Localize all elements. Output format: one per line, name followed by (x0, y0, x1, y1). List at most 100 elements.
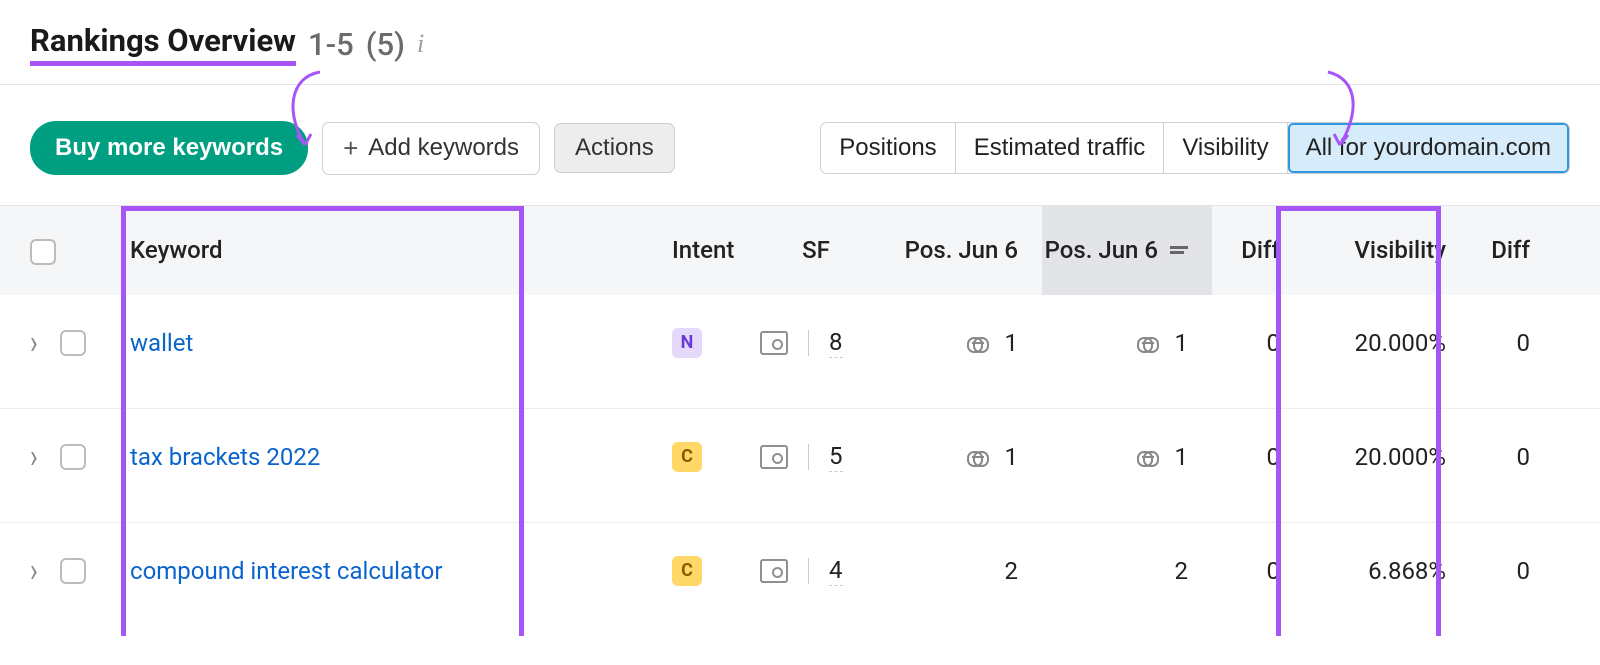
buy-keywords-label: Buy more keywords (55, 134, 283, 162)
view-tabs: Positions Estimated traffic Visibility A… (820, 122, 1570, 174)
visibility-cell: 20.000% (1300, 408, 1468, 522)
keyword-link[interactable]: wallet (130, 329, 193, 357)
keyword-cell: compound interest calculator (130, 522, 672, 636)
plus-icon: + (343, 133, 358, 164)
toolbar: Buy more keywords + Add keywords Actions… (0, 85, 1600, 205)
intent-cell: C (672, 408, 760, 522)
sf-cell: 4 (760, 522, 872, 636)
sf-count[interactable]: 5 (829, 442, 843, 472)
header-diff2[interactable]: Diff (1468, 206, 1600, 295)
header-intent[interactable]: Intent (672, 206, 760, 295)
diff2-cell: 0 (1468, 522, 1600, 636)
header-select (0, 206, 130, 295)
diff-value: 0 (1267, 557, 1281, 585)
diff2-value: 0 (1517, 557, 1531, 585)
rankings-table: Keyword Intent SF Pos. Jun 6 Pos. Jun 6 … (0, 206, 1600, 636)
serp-features-icon[interactable] (760, 445, 788, 469)
table-body: › wallet N 8 1 1 0 20.000% 0 › tax brackets 2… (0, 295, 1600, 636)
visibility-cell: 20.000% (1300, 295, 1468, 409)
keyword-cell: wallet (130, 295, 672, 409)
visibility-value: 20.000% (1355, 329, 1446, 357)
pos1-cell: 2 (872, 522, 1042, 636)
link-icon (967, 337, 989, 351)
expand-icon[interactable]: › (30, 437, 38, 476)
divider (808, 444, 809, 470)
tab-traffic[interactable]: Estimated traffic (956, 123, 1165, 173)
pos2-cell: 2 (1042, 522, 1212, 636)
row-select-cell: › (0, 522, 130, 636)
diff2-cell: 0 (1468, 295, 1600, 409)
pos2-value: 1 (1175, 443, 1189, 471)
header-keyword[interactable]: Keyword (130, 206, 672, 295)
link-icon (1137, 451, 1159, 465)
visibility-value: 6.868% (1368, 557, 1446, 585)
sort-icon (1170, 244, 1188, 256)
header-diff[interactable]: Diff (1212, 206, 1300, 295)
page-title: Rankings Overview (30, 22, 296, 66)
actions-label: Actions (575, 134, 654, 162)
intent-cell: N (672, 295, 760, 409)
rankings-table-wrap: Keyword Intent SF Pos. Jun 6 Pos. Jun 6 … (0, 205, 1600, 636)
pos1-cell: 1 (872, 408, 1042, 522)
row-checkbox[interactable] (60, 444, 86, 470)
sf-count[interactable]: 4 (829, 556, 843, 586)
pos2-cell: 1 (1042, 295, 1212, 409)
keyword-cell: tax brackets 2022 (130, 408, 672, 522)
tab-visibility[interactable]: Visibility (1164, 123, 1287, 173)
diff-value: 0 (1267, 443, 1281, 471)
tab-positions[interactable]: Positions (821, 123, 955, 173)
row-checkbox[interactable] (60, 558, 86, 584)
pos2-cell: 1 (1042, 408, 1212, 522)
pos2-value: 1 (1175, 329, 1189, 357)
serp-features-icon[interactable] (760, 559, 788, 583)
link-icon (1137, 337, 1159, 351)
header-sf[interactable]: SF (760, 206, 872, 295)
divider (808, 558, 809, 584)
actions-button[interactable]: Actions (554, 123, 675, 173)
title-wrap: Rankings Overview 1-5 (5) i (30, 22, 1570, 66)
row-select-cell: › (0, 295, 130, 409)
table-row: › tax brackets 2022 C 5 1 1 0 20.000% 0 (0, 408, 1600, 522)
sf-count[interactable]: 8 (829, 328, 843, 358)
pos1-value: 1 (1005, 329, 1019, 357)
keyword-link[interactable]: compound interest calculator (130, 557, 443, 585)
diff-cell: 0 (1212, 522, 1300, 636)
add-keywords-button[interactable]: + Add keywords (322, 122, 540, 175)
diff2-value: 0 (1517, 329, 1531, 357)
add-keywords-label: Add keywords (368, 134, 519, 162)
header-pos2[interactable]: Pos. Jun 6 (1042, 206, 1212, 295)
diff-cell: 0 (1212, 408, 1300, 522)
table-row: › compound interest calculator C 4 2 2 0 6.8… (0, 522, 1600, 636)
keyword-link[interactable]: tax brackets 2022 (130, 443, 320, 471)
divider (808, 330, 809, 356)
page-header: Rankings Overview 1-5 (5) i (0, 0, 1600, 85)
diff-cell: 0 (1212, 295, 1300, 409)
buy-keywords-button[interactable]: Buy more keywords (30, 121, 308, 175)
table-row: › wallet N 8 1 1 0 20.000% 0 (0, 295, 1600, 409)
diff-value: 0 (1267, 329, 1281, 357)
visibility-value: 20.000% (1355, 443, 1446, 471)
header-pos1[interactable]: Pos. Jun 6 (872, 206, 1042, 295)
expand-icon[interactable]: › (30, 551, 38, 590)
sf-cell: 8 (760, 295, 872, 409)
pos1-cell: 1 (872, 295, 1042, 409)
intent-badge: C (672, 556, 702, 586)
select-all-checkbox[interactable] (30, 239, 56, 265)
sf-cell: 5 (760, 408, 872, 522)
header-visibility[interactable]: Visibility (1300, 206, 1468, 295)
intent-badge: C (672, 442, 702, 472)
pos1-value: 2 (1005, 557, 1019, 585)
title-range: 1-5 (308, 26, 354, 63)
intent-cell: C (672, 522, 760, 636)
serp-features-icon[interactable] (760, 331, 788, 355)
table-header-row: Keyword Intent SF Pos. Jun 6 Pos. Jun 6 … (0, 206, 1600, 295)
pos2-value: 2 (1175, 557, 1189, 585)
row-select-cell: › (0, 408, 130, 522)
tab-all-for-domain[interactable]: All for yourdomain.com (1288, 123, 1569, 173)
expand-icon[interactable]: › (30, 323, 38, 362)
diff2-cell: 0 (1468, 408, 1600, 522)
visibility-cell: 6.868% (1300, 522, 1468, 636)
title-count: (5) (366, 26, 405, 63)
info-icon[interactable]: i (417, 29, 424, 59)
row-checkbox[interactable] (60, 330, 86, 356)
